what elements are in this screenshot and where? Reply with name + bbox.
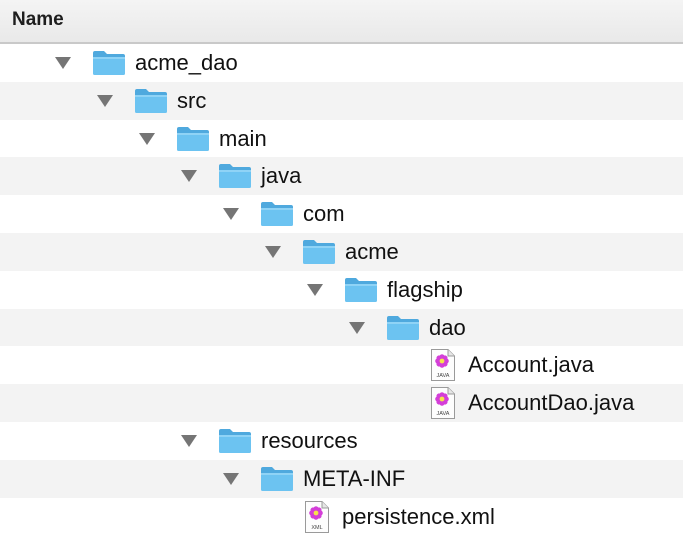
folder-icon [261,466,293,491]
disclosure-triangle-icon[interactable] [349,321,365,334]
folder-icon [93,51,125,75]
java-file-icon: JAVA [431,387,455,420]
disclosure-triangle-icon[interactable] [55,57,71,69]
column-header[interactable]: Name [0,0,683,44]
folder-row[interactable]: acme [0,232,683,271]
file-row[interactable]: JAVA Account.java [0,346,683,384]
disclosure-triangle-icon[interactable] [97,94,113,107]
folder-name: flagship [387,276,463,302]
disclosure-triangle-icon[interactable] [181,434,197,447]
file-tree: acme_daosrc main java com acme flagship dao JAV… [0,44,683,535]
folder-name: dao [429,314,466,340]
folder-name: acme_dao [135,50,238,75]
folder-name: resources [261,427,358,453]
folder-row[interactable]: com [0,195,683,233]
folder-name: main [219,125,267,151]
disclosure-triangle-icon[interactable] [139,132,155,145]
svg-text:XML: XML [311,525,322,531]
name-column-label: Name [12,9,64,30]
folder-icon [261,202,293,227]
folder-icon [303,239,335,264]
file-name: persistence.xml [342,503,495,529]
folder-name: acme [345,238,399,264]
file-name: Account.java [468,352,594,378]
disclosure-triangle-icon[interactable] [223,472,239,485]
folder-icon [135,88,167,113]
xml-file-icon: XML [305,500,329,533]
folder-icon [177,126,209,151]
folder-row[interactable]: flagship [0,271,683,309]
svg-text:JAVA: JAVA [437,373,450,379]
folder-row[interactable]: dao [0,308,683,347]
disclosure-triangle-icon[interactable] [307,283,323,296]
folder-name: src [177,87,207,113]
folder-row[interactable]: acme_dao [0,44,683,82]
java-file-icon: JAVA [431,349,455,382]
file-name: AccountDao.java [468,390,635,416]
folder-icon [219,428,251,453]
svg-text:JAVA: JAVA [437,411,450,417]
disclosure-triangle-icon[interactable] [181,170,197,183]
folder-row[interactable]: META-INF [0,459,683,498]
folder-icon [219,164,251,189]
folder-name: java [261,163,302,189]
disclosure-triangle-icon[interactable] [223,208,239,221]
folder-row[interactable]: resources [0,422,683,460]
folder-icon [387,315,419,340]
folder-row[interactable]: main [0,120,683,158]
folder-name: META-INF [303,465,406,491]
disclosure-triangle-icon[interactable] [265,245,281,258]
folder-icon [345,277,377,302]
folder-row[interactable]: src [0,81,683,120]
file-row[interactable]: XML persistence.xml [0,498,683,536]
folder-name: com [303,201,345,227]
folder-row[interactable]: java [0,157,683,196]
file-row[interactable]: JAVA AccountDao.java [0,384,683,422]
